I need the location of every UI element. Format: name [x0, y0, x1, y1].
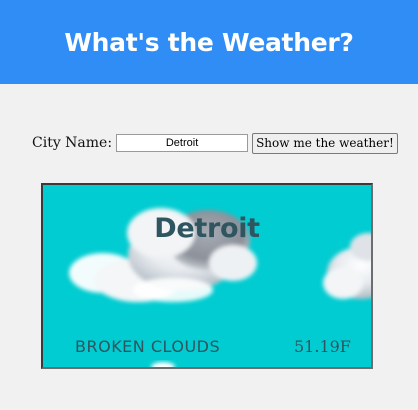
city-name-input[interactable]: [116, 134, 249, 152]
app-header: What's the Weather?: [0, 0, 418, 84]
city-name-label: City Name:: [32, 135, 113, 151]
weather-temperature: 51.19F: [294, 337, 351, 356]
page-title: What's the Weather?: [64, 27, 354, 57]
weather-card: Detroit BROKEN CLOUDS 51.19F: [41, 183, 373, 369]
weather-city-name: Detroit: [154, 213, 260, 244]
show-weather-button[interactable]: Show me the weather!: [252, 132, 398, 154]
weather-condition: BROKEN CLOUDS: [75, 337, 221, 356]
city-search-form: City Name: Show me the weather!: [32, 132, 398, 154]
